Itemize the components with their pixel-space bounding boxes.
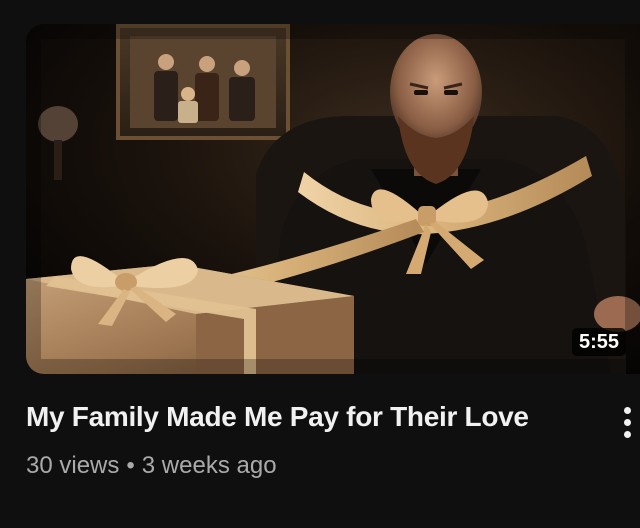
- video-title[interactable]: My Family Made Me Pay for Their Love: [26, 398, 596, 436]
- meta-separator: •: [126, 452, 135, 479]
- duration-badge: 5:55: [571, 328, 626, 356]
- more-vertical-icon[interactable]: [614, 402, 640, 442]
- video-card: 5:55 My Family Made Me Pay for Their Lov…: [0, 0, 640, 528]
- menu-dot: [623, 418, 631, 426]
- menu-dot: [623, 430, 631, 438]
- menu-dot: [623, 406, 631, 414]
- thumbnail-image: [26, 24, 640, 374]
- video-metadata: 30 views • 3 weeks ago: [26, 450, 277, 482]
- video-thumbnail[interactable]: 5:55: [26, 24, 640, 374]
- view-count: 30 views: [26, 452, 120, 479]
- upload-age: 3 weeks ago: [141, 452, 277, 479]
